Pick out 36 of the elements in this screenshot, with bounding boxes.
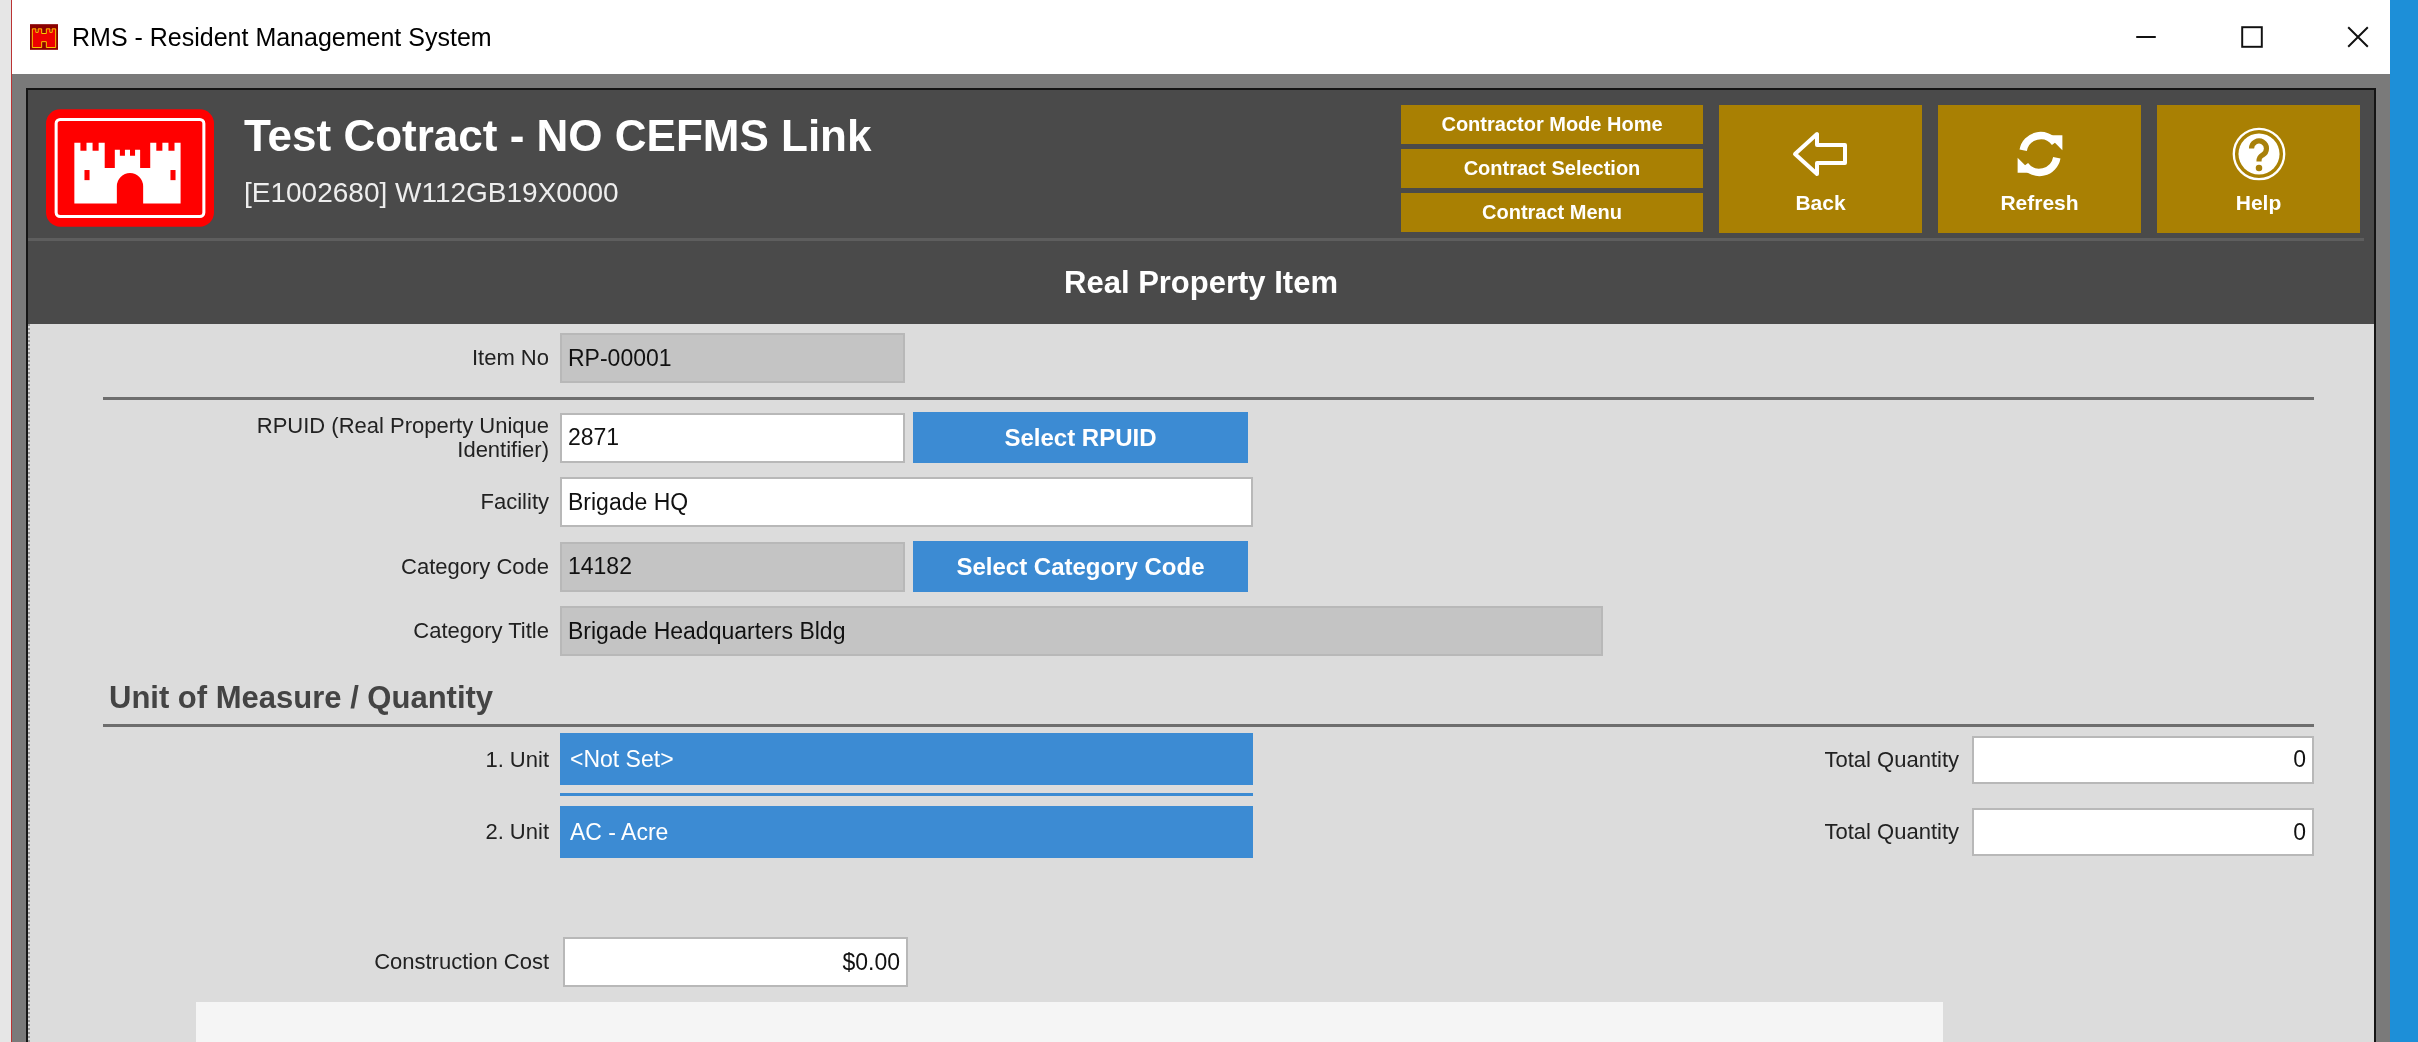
- construction-cost-field[interactable]: $0.00: [563, 937, 908, 987]
- item-no-field[interactable]: RP-00001: [560, 333, 905, 383]
- field-label: Item No: [470, 346, 550, 370]
- select-button[interactable]: Select Category Code: [913, 541, 1248, 592]
- toolbar-button[interactable]: Help: [2157, 105, 2360, 233]
- field-label: Category Code: [400, 554, 550, 579]
- select-button[interactable]: Select RPUID: [913, 412, 1248, 463]
- quantity-field[interactable]: 0: [1972, 808, 2314, 856]
- toolbar-button[interactable]: Refresh: [1938, 105, 2141, 233]
- unit-dropdown[interactable]: AC - Acre: [560, 806, 1253, 858]
- field-label: RPUID (Real Property Unique Identifier): [255, 414, 550, 461]
- toolbar-button[interactable]: Back: [1719, 105, 1922, 233]
- field-label: 2. Unit: [484, 820, 550, 844]
- input-field[interactable]: Brigade HQ: [560, 477, 1253, 527]
- nav-button[interactable]: Contractor Mode Home: [1401, 105, 1703, 144]
- field-label: Total Quantity: [1824, 819, 1960, 845]
- nav-button[interactable]: Contract Menu: [1401, 193, 1703, 232]
- maximize-icon[interactable]: [2238, 23, 2266, 51]
- field-label: Category Title: [412, 619, 550, 643]
- input-field[interactable]: 14182: [560, 541, 905, 592]
- page-title: Real Property Item: [1064, 264, 1338, 301]
- contract-number: [E1002680] W112GB19X0000: [244, 177, 620, 209]
- castle-logo-icon: [44, 107, 216, 229]
- field-label: 1. Unit: [484, 747, 550, 772]
- contract-title: Test Cotract - NO CEFMS Link: [244, 111, 873, 161]
- field-label: Facility: [479, 490, 550, 514]
- window-title: RMS - Resident Management System: [72, 22, 492, 52]
- input-field[interactable]: Brigade Headquarters Bldg: [560, 606, 1603, 656]
- field-label: Construction Cost: [373, 950, 550, 974]
- field-label: Total Quantity: [1824, 746, 1960, 773]
- quantity-field[interactable]: 0: [1972, 735, 2314, 784]
- nav-button[interactable]: Contract Selection: [1401, 149, 1703, 188]
- input-field[interactable]: 2871: [560, 412, 905, 463]
- unit-dropdown[interactable]: <Not Set>: [560, 733, 1253, 785]
- section-heading: Unit of Measure / Quantity: [109, 680, 495, 716]
- castle-icon: [30, 24, 58, 50]
